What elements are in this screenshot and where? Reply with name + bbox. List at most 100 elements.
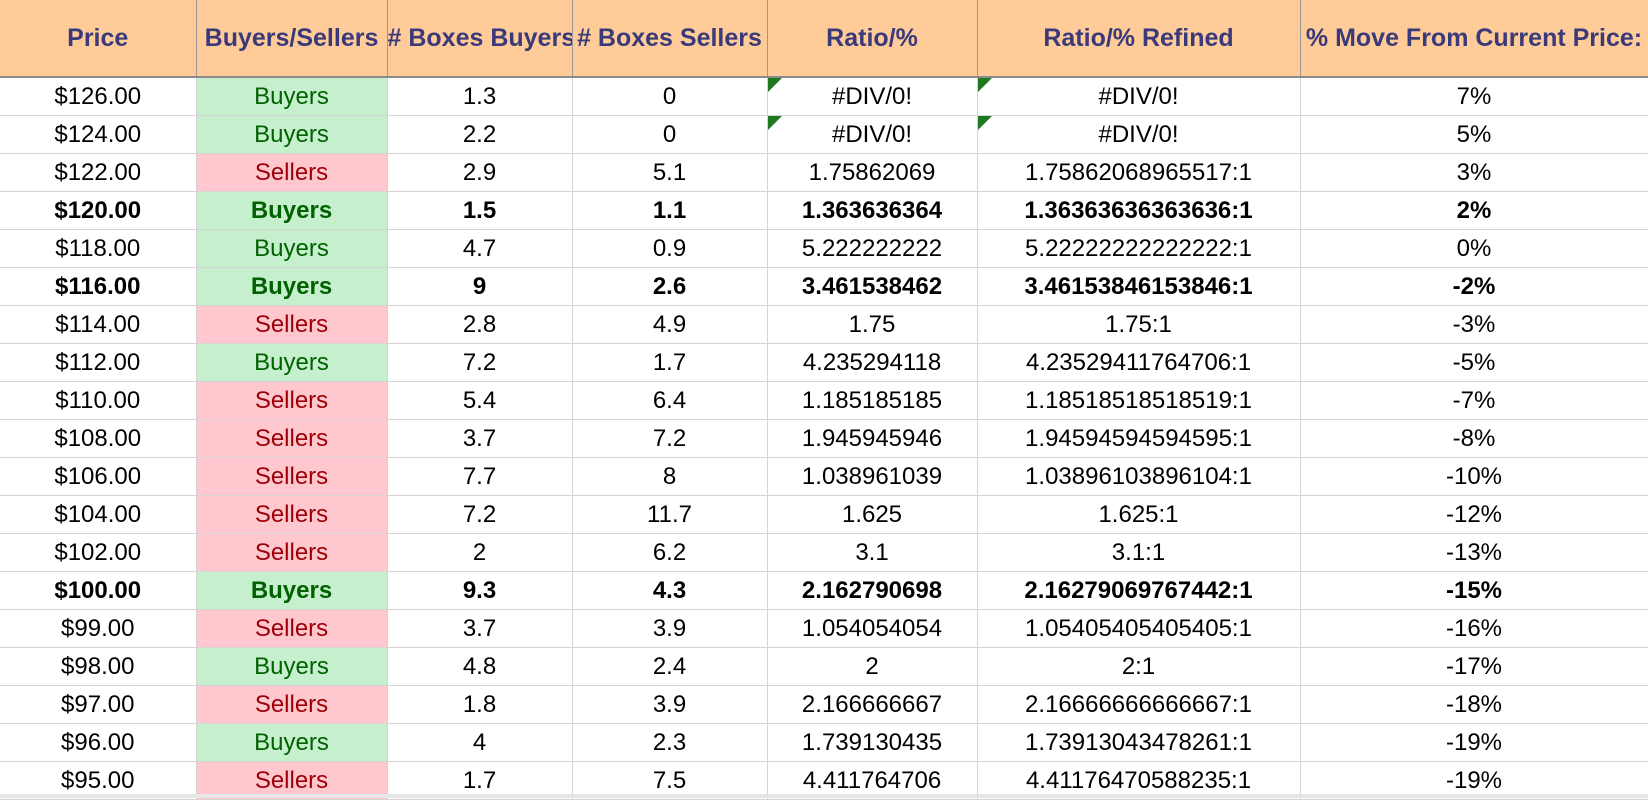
move-percent-cell[interactable]: -10% <box>1300 457 1648 496</box>
move-percent-cell[interactable]: -8% <box>1300 419 1648 458</box>
boxes-sellers-cell[interactable]: 11.7 <box>572 495 768 534</box>
ratio-cell[interactable]: 1.038961039 <box>767 457 978 496</box>
move-percent-cell[interactable]: -18% <box>1300 685 1648 724</box>
move-percent-cell[interactable]: -17% <box>1300 647 1648 686</box>
move-percent-cell[interactable]: -16% <box>1300 609 1648 648</box>
boxes-buyers-cell[interactable]: 3.7 <box>387 419 573 458</box>
price-cell[interactable]: $102.00 <box>0 533 197 572</box>
ratio-refined-cell[interactable]: 2.16666666666667:1 <box>977 685 1301 724</box>
price-cell[interactable]: $104.00 <box>0 495 197 534</box>
buyers-sellers-cell[interactable]: Sellers <box>196 609 388 648</box>
ratio-cell[interactable]: 5.222222222 <box>767 229 978 268</box>
ratio-cell[interactable]: 1.739130435 <box>767 723 978 762</box>
boxes-buyers-cell[interactable]: 2.8 <box>387 305 573 344</box>
move-percent-cell[interactable]: -3% <box>1300 305 1648 344</box>
price-cell[interactable]: $98.00 <box>0 647 197 686</box>
price-cell[interactable]: $100.00 <box>0 571 197 610</box>
price-cell[interactable]: $118.00 <box>0 229 197 268</box>
boxes-sellers-cell[interactable]: 6.2 <box>572 533 768 572</box>
buyers-sellers-cell[interactable]: Sellers <box>196 305 388 344</box>
error-indicator-icon[interactable] <box>977 78 992 92</box>
boxes-sellers-cell[interactable]: 4.3 <box>572 571 768 610</box>
boxes-sellers-cell[interactable]: 0 <box>572 77 768 116</box>
error-indicator-icon[interactable] <box>767 78 782 92</box>
boxes-sellers-cell[interactable]: 1.1 <box>572 191 768 230</box>
buyers-sellers-cell[interactable]: Sellers <box>196 685 388 724</box>
price-cell[interactable]: $116.00 <box>0 267 197 306</box>
buyers-sellers-cell[interactable]: Buyers <box>196 267 388 306</box>
move-percent-cell[interactable]: -13% <box>1300 533 1648 572</box>
boxes-buyers-cell[interactable]: 7.2 <box>387 343 573 382</box>
boxes-buyers-cell[interactable]: 1.3 <box>387 77 573 116</box>
ratio-refined-cell[interactable]: 1.75862068965517:1 <box>977 153 1301 192</box>
price-cell[interactable]: $122.00 <box>0 153 197 192</box>
ratio-refined-cell[interactable]: 1.94594594594595:1 <box>977 419 1301 458</box>
buyers-sellers-cell[interactable]: Sellers <box>196 153 388 192</box>
ratio-cell[interactable]: #DIV/0! <box>767 77 978 116</box>
boxes-sellers-cell[interactable]: 8 <box>572 457 768 496</box>
ratio-cell[interactable]: 2.166666667 <box>767 685 978 724</box>
ratio-refined-cell[interactable]: 1.03896103896104:1 <box>977 457 1301 496</box>
ratio-cell[interactable]: 1.75862069 <box>767 153 978 192</box>
buyers-sellers-cell[interactable]: Buyers <box>196 77 388 116</box>
ratio-cell[interactable]: 4.235294118 <box>767 343 978 382</box>
price-cell[interactable]: $126.00 <box>0 77 197 116</box>
move-percent-cell[interactable]: -5% <box>1300 343 1648 382</box>
boxes-buyers-cell[interactable]: 3.7 <box>387 609 573 648</box>
boxes-sellers-cell[interactable]: 2.3 <box>572 723 768 762</box>
boxes-buyers-cell[interactable]: 5.4 <box>387 381 573 420</box>
ratio-refined-cell[interactable]: 1.625:1 <box>977 495 1301 534</box>
boxes-sellers-cell[interactable]: 5.1 <box>572 153 768 192</box>
buyers-sellers-cell[interactable]: Sellers <box>196 495 388 534</box>
ratio-refined-cell[interactable]: 1.05405405405405:1 <box>977 609 1301 648</box>
move-percent-cell[interactable]: -2% <box>1300 267 1648 306</box>
buyers-sellers-cell[interactable]: Sellers <box>196 533 388 572</box>
price-cell[interactable]: $96.00 <box>0 723 197 762</box>
header-boxes-buyers[interactable]: # Boxes Buyers <box>387 0 573 78</box>
ratio-cell[interactable]: 1.625 <box>767 495 978 534</box>
ratio-cell[interactable]: #DIV/0! <box>767 115 978 154</box>
header-ratio[interactable]: Ratio/% <box>767 0 978 78</box>
boxes-buyers-cell[interactable]: 9.3 <box>387 571 573 610</box>
ratio-cell[interactable]: 1.945945946 <box>767 419 978 458</box>
boxes-sellers-cell[interactable]: 6.4 <box>572 381 768 420</box>
buyers-sellers-cell[interactable]: Buyers <box>196 723 388 762</box>
boxes-buyers-cell[interactable]: 4.7 <box>387 229 573 268</box>
boxes-buyers-cell[interactable]: 1.5 <box>387 191 573 230</box>
boxes-buyers-cell[interactable]: 1.8 <box>387 685 573 724</box>
ratio-refined-cell[interactable]: 1.36363636363636:1 <box>977 191 1301 230</box>
price-cell[interactable]: $106.00 <box>0 457 197 496</box>
price-cell[interactable]: $114.00 <box>0 305 197 344</box>
boxes-sellers-cell[interactable]: 3.9 <box>572 609 768 648</box>
ratio-cell[interactable]: 1.185185185 <box>767 381 978 420</box>
move-percent-cell[interactable]: 2% <box>1300 191 1648 230</box>
ratio-cell[interactable]: 2.162790698 <box>767 571 978 610</box>
ratio-cell[interactable]: 3.461538462 <box>767 267 978 306</box>
boxes-sellers-cell[interactable]: 3.9 <box>572 685 768 724</box>
boxes-sellers-cell[interactable]: 2.4 <box>572 647 768 686</box>
price-cell[interactable]: $108.00 <box>0 419 197 458</box>
ratio-cell[interactable]: 3.1 <box>767 533 978 572</box>
boxes-buyers-cell[interactable]: 2.2 <box>387 115 573 154</box>
buyers-sellers-cell[interactable]: Buyers <box>196 191 388 230</box>
ratio-refined-cell[interactable]: 1.18518518518519:1 <box>977 381 1301 420</box>
ratio-refined-cell[interactable]: #DIV/0! <box>977 77 1301 116</box>
buyers-sellers-cell[interactable]: Sellers <box>196 457 388 496</box>
price-cell[interactable]: $124.00 <box>0 115 197 154</box>
ratio-cell[interactable]: 2 <box>767 647 978 686</box>
move-percent-cell[interactable]: -15% <box>1300 571 1648 610</box>
error-indicator-icon[interactable] <box>767 116 782 130</box>
buyers-sellers-cell[interactable]: Buyers <box>196 571 388 610</box>
header-price[interactable]: Price <box>0 0 197 78</box>
buyers-sellers-cell[interactable]: Sellers <box>196 419 388 458</box>
boxes-buyers-cell[interactable]: 4 <box>387 723 573 762</box>
ratio-refined-cell[interactable]: #DIV/0! <box>977 115 1301 154</box>
ratio-refined-cell[interactable]: 4.23529411764706:1 <box>977 343 1301 382</box>
price-cell[interactable]: $120.00 <box>0 191 197 230</box>
move-percent-cell[interactable]: 3% <box>1300 153 1648 192</box>
boxes-sellers-cell[interactable]: 0 <box>572 115 768 154</box>
move-percent-cell[interactable]: -12% <box>1300 495 1648 534</box>
move-percent-cell[interactable]: 5% <box>1300 115 1648 154</box>
boxes-sellers-cell[interactable]: 7.2 <box>572 419 768 458</box>
ratio-refined-cell[interactable]: 1.75:1 <box>977 305 1301 344</box>
